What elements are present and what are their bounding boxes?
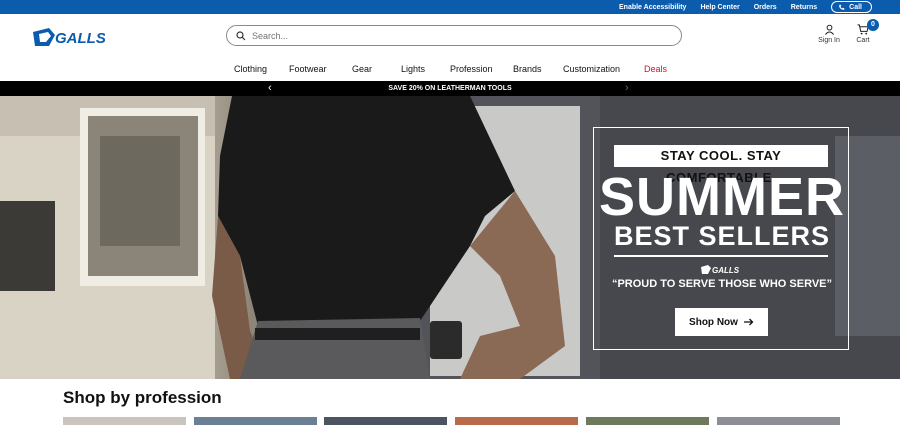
sign-in-label: Sign In xyxy=(818,37,840,44)
hero-tagline: STAY COOL. STAY COMFORTABLE. xyxy=(614,145,828,185)
orders-link[interactable]: Orders xyxy=(754,4,777,11)
hero-subheadline: BEST SELLERS xyxy=(613,221,831,251)
promo-banner: ‹ SAVE 20% ON LEATHERMAN TOOLS › xyxy=(0,81,900,96)
nav-item-clothing[interactable]: Clothing xyxy=(234,64,267,74)
utility-links: Enable Accessibility Help Center Orders … xyxy=(619,0,900,14)
section-title: Shop by profession xyxy=(63,388,222,407)
mini-logo-text: GALLS xyxy=(712,266,740,275)
site-header: GALLS Sign In 0 Cart Clothing Footwear G… xyxy=(0,14,900,81)
nav-item-profession[interactable]: Profession xyxy=(450,64,493,74)
search-bar[interactable] xyxy=(226,25,682,46)
hero-text-panel: STAY COOL. STAY COMFORTABLE. SUMMER BEST… xyxy=(593,127,849,350)
main-nav: Clothing Footwear Gear Lights Profession… xyxy=(0,64,900,76)
hero-divider xyxy=(614,255,828,257)
help-center-link[interactable]: Help Center xyxy=(700,4,739,11)
user-icon xyxy=(824,24,834,35)
logo-text: GALLS xyxy=(55,30,105,47)
nav-item-footwear[interactable]: Footwear xyxy=(289,64,327,74)
profession-tile-1[interactable] xyxy=(63,417,186,425)
profession-tiles xyxy=(63,417,840,425)
shop-now-label: Shop Now xyxy=(689,316,738,328)
enable-accessibility-link[interactable]: Enable Accessibility xyxy=(619,4,686,11)
galls-mini-logo: GALLS xyxy=(701,265,740,275)
hero-banner[interactable]: STAY COOL. STAY COMFORTABLE. SUMMER BEST… xyxy=(0,96,900,379)
hero-slogan: “PROUD TO SERVE THOSE WHO SERVE” xyxy=(611,278,833,290)
shop-now-button[interactable]: Shop Now xyxy=(675,308,768,336)
hero-headline: SUMMER xyxy=(599,167,845,227)
nav-item-deals[interactable]: Deals xyxy=(644,64,667,74)
profession-tile-5[interactable] xyxy=(586,417,709,425)
chevron-left-icon[interactable]: ‹ xyxy=(268,81,272,96)
profession-tile-2[interactable] xyxy=(194,417,317,425)
cart-label: Cart xyxy=(856,37,870,44)
call-button[interactable]: Call xyxy=(831,1,872,13)
returns-link[interactable]: Returns xyxy=(791,4,817,11)
profession-tile-4[interactable] xyxy=(455,417,578,425)
phone-icon xyxy=(839,4,845,10)
nav-item-brands[interactable]: Brands xyxy=(513,64,542,74)
call-label: Call xyxy=(849,3,862,11)
utility-bar: Enable Accessibility Help Center Orders … xyxy=(0,0,900,14)
search-icon xyxy=(236,30,246,40)
profession-tile-3[interactable] xyxy=(324,417,447,425)
arrow-right-icon xyxy=(743,318,754,326)
chevron-right-icon[interactable]: › xyxy=(625,81,629,96)
nav-item-gear[interactable]: Gear xyxy=(352,64,372,74)
cart-button[interactable]: 0 Cart xyxy=(852,19,879,44)
search-input[interactable] xyxy=(250,29,674,42)
nav-item-lights[interactable]: Lights xyxy=(401,64,425,74)
profession-tile-6[interactable] xyxy=(717,417,840,425)
nav-item-customization[interactable]: Customization xyxy=(563,64,620,74)
cart-count-badge: 0 xyxy=(867,19,879,31)
galls-logo[interactable]: GALLS xyxy=(31,26,105,48)
promo-text[interactable]: SAVE 20% ON LEATHERMAN TOOLS xyxy=(388,85,511,92)
sign-in-button[interactable]: Sign In xyxy=(815,24,843,44)
